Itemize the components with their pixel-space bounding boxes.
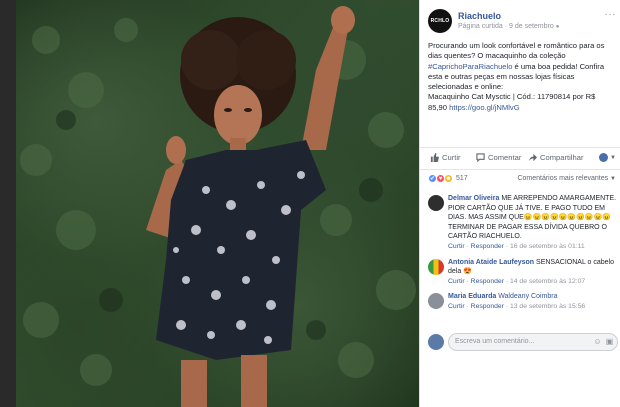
comment-like-link[interactable]: Curtir: [448, 303, 465, 310]
product-url-link[interactable]: https://goo.gl/jNMlvG: [449, 103, 519, 112]
divider: [420, 147, 620, 148]
comment-sort-dropdown[interactable]: Comentários mais relevantes ▼: [517, 175, 616, 182]
globe-icon: ●: [555, 24, 560, 30]
comment-sort-label: Comentários mais relevantes: [517, 175, 609, 182]
user-avatar: [428, 334, 444, 350]
commenter-avatar[interactable]: [428, 195, 444, 211]
post-text: Procurando um look confortável e românti…: [428, 41, 616, 113]
comment-item: Delmar Oliveira ME ARREPENDO AMARGAMENTE…: [428, 194, 618, 252]
comment-button[interactable]: Comentar: [476, 153, 521, 162]
share-icon: [528, 153, 537, 162]
chevron-down-icon: ▼: [610, 176, 616, 182]
post-text-part1: Procurando um look confortável e românti…: [428, 41, 605, 61]
left-margin-strip: [0, 0, 16, 407]
comment-reply-link[interactable]: Responder: [471, 303, 504, 310]
comment-author-link[interactable]: Maria Eduarda: [448, 293, 496, 300]
hashtag-link[interactable]: #CaprichoParaRiachuelo: [428, 62, 512, 71]
more-options-icon[interactable]: ···: [605, 9, 617, 20]
comment-author-link[interactable]: Antonia Ataide Laufeyson: [448, 259, 534, 266]
audience-selector[interactable]: ▼: [599, 153, 616, 162]
comment-like-link[interactable]: Curtir: [448, 278, 465, 285]
comment-like-link[interactable]: Curtir: [448, 243, 465, 250]
like-button[interactable]: Curtir: [430, 153, 461, 162]
reaction-count[interactable]: 517: [456, 175, 468, 182]
comment-icon: [476, 153, 485, 162]
commenter-avatar[interactable]: [428, 293, 444, 310]
comment-meta: Curtir · Responder · 14 de setembro às 1…: [448, 277, 586, 285]
chevron-down-icon: ▼: [610, 154, 616, 161]
action-bar: Curtir Comentar Compartilhar ▼: [428, 151, 616, 167]
post-side-panel: RCHLO Riachuelo Página curtida · 9 de se…: [419, 0, 620, 407]
comment-list: Delmar Oliveira ME ARREPENDO AMARGAMENTE…: [428, 194, 618, 318]
post-date-link[interactable]: 9 de setembro: [509, 23, 554, 30]
page-liked-label: Página curtida: [458, 23, 503, 30]
comment-item: Maria Eduarda Waldeany Coimbra Curtir · …: [428, 292, 618, 311]
comment-composer: Escreva um comentário... ☺ ▣: [428, 333, 618, 351]
divider: [420, 169, 620, 170]
comment-item: Antonia Ataide Laufeyson SENSACIONAL o c…: [428, 258, 618, 287]
reaction-summary: ✔ ♥ ☻ 517 Comentários mais relevantes ▼: [428, 174, 616, 186]
post-photo[interactable]: [16, 0, 419, 407]
page-avatar[interactable]: RCHLO: [428, 9, 452, 33]
camera-icon[interactable]: ▣: [605, 337, 614, 346]
commenter-avatar[interactable]: [428, 258, 444, 275]
comment-time[interactable]: 14 de setembro às 12:07: [510, 278, 585, 285]
share-label: Compartilhar: [540, 153, 584, 162]
emoji-icon[interactable]: ☺: [593, 337, 602, 346]
comment-time[interactable]: 16 de setembro às 01:11: [510, 243, 585, 250]
comment-meta: Curtir · Responder · 13 de setembro às 1…: [448, 302, 586, 310]
reaction-icons[interactable]: ✔ ♥ ☻ 517: [428, 174, 468, 183]
comment-time[interactable]: 13 de setembro às 15:56: [510, 303, 585, 310]
thumbs-up-icon: [430, 153, 439, 162]
comment-reply-link[interactable]: Responder: [471, 278, 504, 285]
profile-globe-icon: [599, 153, 609, 162]
haha-reaction-icon: ☻: [444, 174, 453, 183]
comment-meta: Curtir · Responder · 16 de setembro às 0…: [448, 242, 585, 250]
post-meta: Página curtida · 9 de setembro ●: [458, 23, 559, 30]
like-label: Curtir: [442, 153, 461, 162]
photo-illustration: [20, 6, 416, 407]
comment-label: Comentar: [488, 153, 522, 162]
post-header: RCHLO Riachuelo Página curtida · 9 de se…: [428, 9, 618, 35]
share-button[interactable]: Compartilhar: [528, 153, 583, 162]
page-name-link[interactable]: Riachuelo: [458, 11, 501, 21]
comment-reply-link[interactable]: Responder: [471, 243, 504, 250]
comment-author-link[interactable]: Delmar Oliveira: [448, 195, 499, 202]
tagged-user-link[interactable]: Waldeany Coimbra: [496, 293, 557, 300]
